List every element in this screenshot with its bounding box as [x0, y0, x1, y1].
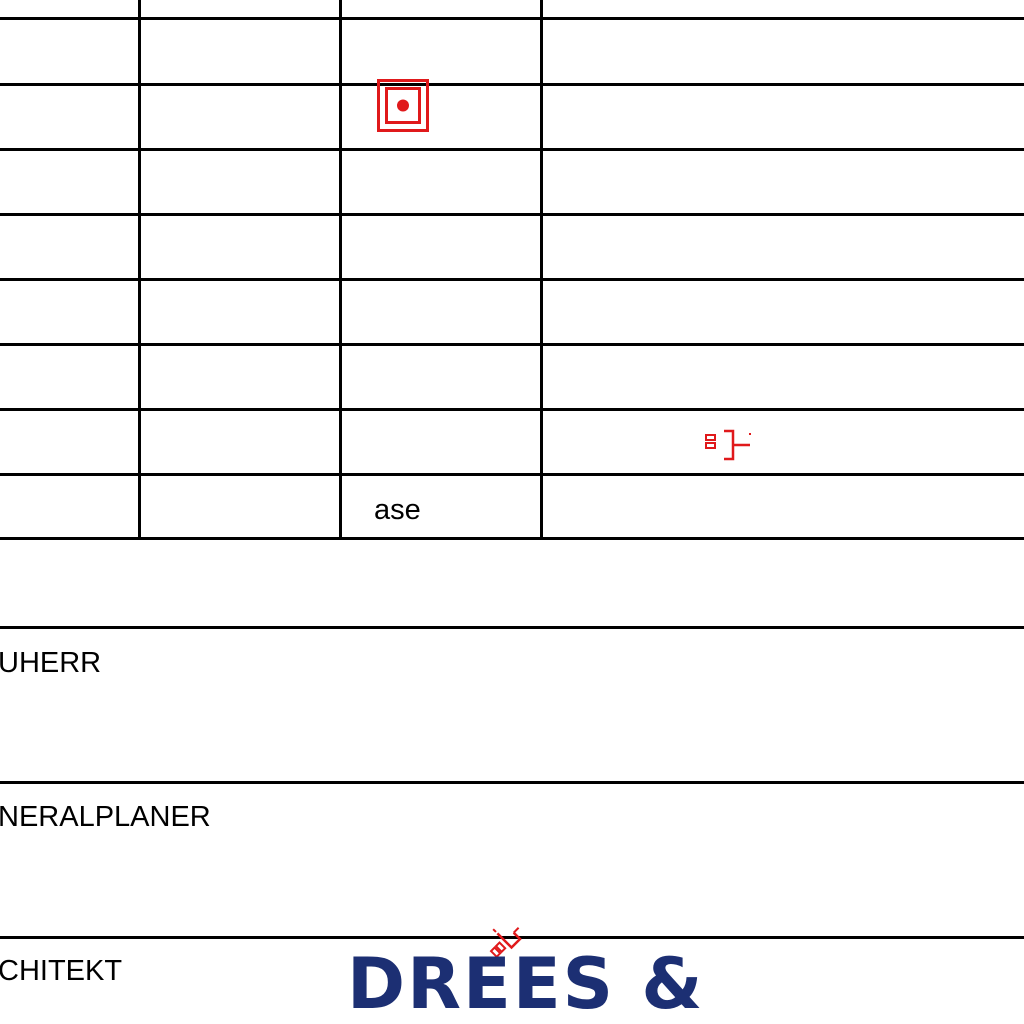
target-icon — [377, 79, 429, 132]
table-row-divider — [0, 83, 1024, 86]
bauherr-label: UHERR — [0, 647, 102, 679]
generalplaner-label: NERALPLANER — [0, 801, 211, 833]
bracket-icon — [704, 427, 756, 464]
table-row-divider — [0, 473, 1024, 476]
drees-logo: DREES & — [345, 943, 765, 1024]
table-row-divider — [0, 213, 1024, 216]
section-divider — [0, 626, 1024, 629]
table-row-divider — [0, 17, 1024, 20]
table-cell-text: ase — [374, 494, 421, 526]
logo-text: DREES & — [347, 950, 704, 1020]
table-column-divider — [339, 0, 342, 540]
architekt-label: CHITEKT — [0, 955, 123, 987]
table-bottom-border — [0, 537, 1024, 540]
section-divider — [0, 781, 1024, 784]
table-row-divider — [0, 343, 1024, 346]
table-column-divider — [540, 0, 543, 540]
table-column-divider — [138, 0, 141, 540]
table-row-divider — [0, 148, 1024, 151]
table-row-divider — [0, 408, 1024, 411]
table-row-divider — [0, 278, 1024, 281]
